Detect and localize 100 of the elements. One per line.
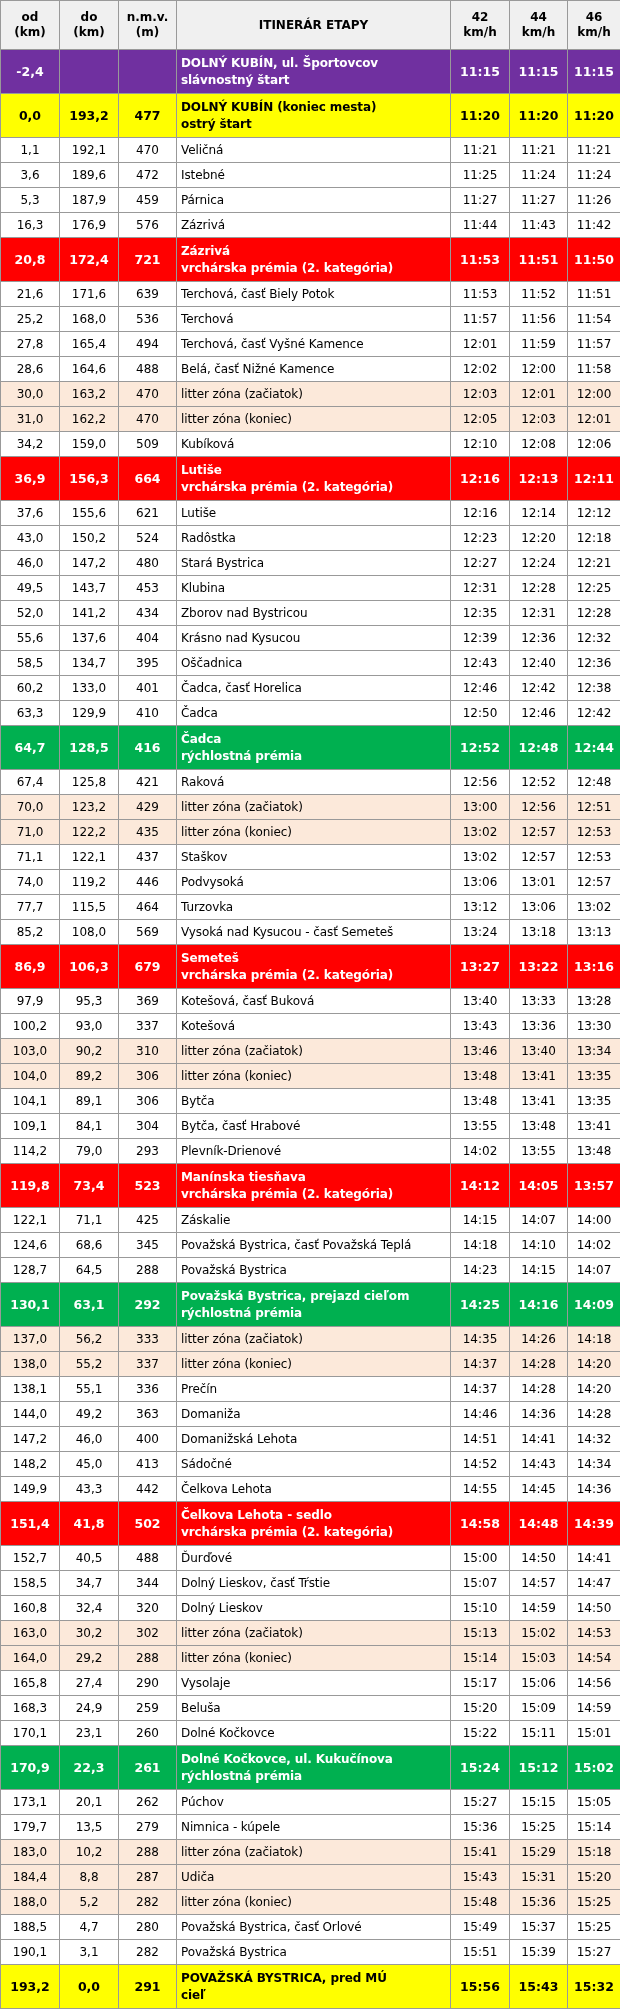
table-cell: Zázrivá bbox=[176, 212, 451, 238]
table-cell: 73,4 bbox=[59, 1163, 119, 1208]
table-cell: 193,2 bbox=[0, 1964, 60, 2009]
table-cell: litter zóna (začiatok) bbox=[176, 1038, 451, 1064]
table-cell: 36,9 bbox=[0, 456, 60, 501]
table-cell: 28,6 bbox=[0, 356, 60, 382]
table-cell: 74,0 bbox=[0, 869, 60, 895]
table-cell: litter zóna (začiatok) bbox=[176, 794, 451, 820]
table-cell: Ďurďové bbox=[176, 1545, 451, 1571]
table-cell: Bytča, časť Hrabové bbox=[176, 1113, 451, 1139]
table-cell: 11:20 bbox=[567, 93, 620, 138]
table-cell: 151,4 bbox=[0, 1501, 60, 1546]
table-cell: litter zóna (koniec) bbox=[176, 1889, 451, 1915]
table-cell: 130,1 bbox=[0, 1282, 60, 1327]
table-cell: 128,5 bbox=[59, 725, 119, 770]
table-cell: Istebné bbox=[176, 162, 451, 188]
column-header: od (km) bbox=[0, 0, 60, 50]
table-cell: Považská Bystrica, časť Orlové bbox=[176, 1914, 451, 1940]
table-cell: 60,2 bbox=[0, 675, 60, 701]
table-cell: Sádočné bbox=[176, 1451, 451, 1477]
table-cell: 168,3 bbox=[0, 1695, 60, 1721]
table-cell: 188,0 bbox=[0, 1889, 60, 1915]
table-cell: 721 bbox=[118, 237, 177, 282]
table-cell: 63,3 bbox=[0, 700, 60, 726]
table-cell: 152,7 bbox=[0, 1545, 60, 1571]
table-cell: 144,0 bbox=[0, 1401, 60, 1427]
table-cell: 156,3 bbox=[59, 456, 119, 501]
table-cell: 679 bbox=[118, 944, 177, 989]
table-cell: Raková bbox=[176, 769, 451, 795]
table-cell: 13:27 bbox=[450, 944, 510, 989]
table-cell: litter zóna (koniec) bbox=[176, 1063, 451, 1089]
table-cell: Beluša bbox=[176, 1695, 451, 1721]
table-cell: Radôstka bbox=[176, 525, 451, 551]
table-cell: 124,6 bbox=[0, 1232, 60, 1258]
table-cell: litter zóna (začiatok) bbox=[176, 1326, 451, 1352]
table-cell: 183,0 bbox=[0, 1839, 60, 1865]
table-cell: 16,3 bbox=[0, 212, 60, 238]
table-cell: Terchová bbox=[176, 306, 451, 332]
table-cell: Čadca bbox=[176, 700, 451, 726]
table-cell: 14:05 bbox=[509, 1163, 568, 1208]
table-cell: 14:48 bbox=[509, 1501, 568, 1546]
table-cell: Manínska tiesňava vrchárska prémia (2. kategória) bbox=[176, 1163, 451, 1208]
table-cell: Považská Bystrica bbox=[176, 1257, 451, 1283]
table-cell: 13:57 bbox=[567, 1163, 620, 1208]
table-cell: 149,9 bbox=[0, 1476, 60, 1502]
table-cell: Udiča bbox=[176, 1864, 451, 1890]
table-cell: 12:13 bbox=[509, 456, 568, 501]
table-cell: 14:09 bbox=[567, 1282, 620, 1327]
table-cell: 193,2 bbox=[59, 93, 119, 138]
table-cell: litter zóna (koniec) bbox=[176, 1645, 451, 1671]
table-cell: 11:15 bbox=[509, 49, 568, 94]
table-cell: 11:15 bbox=[450, 49, 510, 94]
table-cell: DOLNÝ KUBÍN, ul. Športovcov slávnostný štart bbox=[176, 49, 451, 94]
table-cell: 3,6 bbox=[0, 162, 60, 188]
table-cell: 188,5 bbox=[0, 1914, 60, 1940]
table-cell: 22,3 bbox=[59, 1745, 119, 1790]
table-cell: 64,7 bbox=[0, 725, 60, 770]
table-cell: 71,1 bbox=[0, 844, 60, 870]
table-cell: 261 bbox=[118, 1745, 177, 1790]
table-cell: 20,8 bbox=[0, 237, 60, 282]
table-cell: Plevník-Drienové bbox=[176, 1138, 451, 1164]
table-cell: litter zóna (začiatok) bbox=[176, 1839, 451, 1865]
table-cell: 12:44 bbox=[567, 725, 620, 770]
table-cell: 77,7 bbox=[0, 894, 60, 920]
column-header: ITINERÁR ETAPY bbox=[176, 0, 451, 50]
table-cell: 164,0 bbox=[0, 1645, 60, 1671]
table-cell: 1,1 bbox=[0, 137, 60, 163]
table-cell: 104,1 bbox=[0, 1088, 60, 1114]
table-cell: Kubíková bbox=[176, 431, 451, 457]
table-cell: 11:51 bbox=[509, 237, 568, 282]
table-cell: Veličná bbox=[176, 137, 451, 163]
table-cell: 0,0 bbox=[59, 1964, 119, 2009]
table-cell: 106,3 bbox=[59, 944, 119, 989]
table-cell: POVAŽSKÁ BYSTRICA, pred MÚ cieľ bbox=[176, 1964, 451, 2009]
table-cell: 27,8 bbox=[0, 331, 60, 357]
table-cell: Bytča bbox=[176, 1088, 451, 1114]
table-cell: 67,4 bbox=[0, 769, 60, 795]
table-cell: Terchová, časť Biely Potok bbox=[176, 281, 451, 307]
table-cell: Domanižská Lehota bbox=[176, 1426, 451, 1452]
table-cell: 70,0 bbox=[0, 794, 60, 820]
table-cell: Lutiše vrchárska prémia (2. kategória) bbox=[176, 456, 451, 501]
table-cell: 86,9 bbox=[0, 944, 60, 989]
table-cell: litter zóna (koniec) bbox=[176, 819, 451, 845]
table-cell: Čadca, časť Horelica bbox=[176, 675, 451, 701]
table-cell: 416 bbox=[118, 725, 177, 770]
table-cell: Oščadnica bbox=[176, 650, 451, 676]
table-cell: Prečín bbox=[176, 1376, 451, 1402]
table-cell: 11:15 bbox=[567, 49, 620, 94]
table-cell: 103,0 bbox=[0, 1038, 60, 1064]
table-cell: 158,5 bbox=[0, 1570, 60, 1596]
table-cell: 477 bbox=[118, 93, 177, 138]
table-cell: 52,0 bbox=[0, 600, 60, 626]
table-cell: 37,6 bbox=[0, 500, 60, 526]
table-cell: 173,1 bbox=[0, 1789, 60, 1815]
table-cell: 55,6 bbox=[0, 625, 60, 651]
table-cell: 14:25 bbox=[450, 1282, 510, 1327]
table-cell: 14:12 bbox=[450, 1163, 510, 1208]
table-cell: 109,1 bbox=[0, 1113, 60, 1139]
table-cell: Terchová, časť Vyšné Kamence bbox=[176, 331, 451, 357]
table-cell: 165,8 bbox=[0, 1670, 60, 1696]
